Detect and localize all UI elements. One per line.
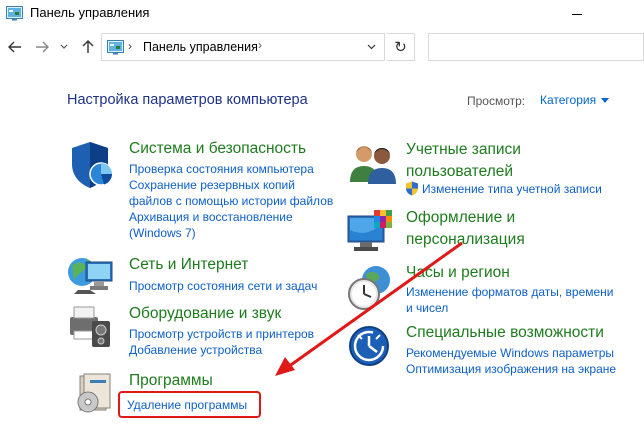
link-check-computer-status[interactable]: Проверка состояния компьютера [129, 161, 314, 177]
category-title-appearance[interactable]: Оформление и [406, 207, 515, 229]
title-line-appearance-2: персонализация [406, 231, 525, 248]
title-line-user-accounts-1: Учетные записи [406, 141, 521, 158]
link-change-date-time-formats[interactable]: Изменение форматов даты, времени [406, 284, 614, 300]
category-title-network-internet[interactable]: Сеть и Интернет [129, 254, 248, 276]
minimize-button[interactable] [562, 2, 592, 26]
search-input[interactable] [428, 33, 644, 61]
link-change-account-type[interactable]: Изменение типа учетной записи [422, 181, 602, 197]
category-title-appearance-line2[interactable]: персонализация [406, 229, 525, 251]
link-recommended-windows-settings[interactable]: Рекомендуемые Windows параметры [406, 345, 614, 361]
arrow-right-icon [36, 41, 49, 53]
link-archive-restore[interactable]: Архивация и восстановление [129, 209, 293, 225]
uac-shield-icon [406, 181, 418, 196]
page-title: Настройка параметров компьютера [67, 92, 308, 108]
chevron-down-icon [60, 44, 68, 49]
title-line-appearance-1: Оформление и [406, 209, 516, 226]
control-panel-icon [107, 40, 124, 55]
category-title-hardware-sound[interactable]: Оборудование и звук [129, 303, 281, 325]
link-backup-file-history[interactable]: файлов с помощью истории файлов [129, 193, 333, 209]
category-title-user-accounts[interactable]: Учетные записи [406, 139, 521, 161]
link-change-date-time-formats-2[interactable]: и чисел [406, 300, 448, 316]
refresh-icon: ↻ [394, 39, 407, 56]
forward-button[interactable] [31, 34, 53, 60]
link-backup-copies[interactable]: Сохранение резервных копий [129, 177, 295, 193]
clock-globe-icon [348, 266, 390, 310]
address-dropdown-button[interactable] [362, 38, 380, 56]
arrow-left-icon [8, 41, 21, 53]
appearance-monitor-icon [347, 210, 392, 251]
arrow-up-icon [82, 40, 94, 53]
recent-locations-button[interactable] [57, 34, 71, 60]
control-panel-icon [6, 6, 23, 21]
breadcrumb-chevron[interactable]: › [258, 38, 262, 52]
link-view-devices-printers[interactable]: Просмотр устройств и принтеров [129, 326, 314, 342]
view-by-label: Просмотр: [467, 94, 526, 108]
breadcrumb-separator[interactable]: › [128, 39, 132, 53]
link-archive-restore-windows7[interactable]: (Windows 7) [129, 225, 196, 241]
chevron-down-icon [367, 44, 375, 50]
title-bar: Панель управления [0, 0, 644, 30]
printer-icon [70, 306, 110, 347]
category-title-clock-region[interactable]: Часы и регион [406, 262, 510, 284]
highlight-box [118, 391, 261, 418]
title-line-user-accounts-2: пользователей [406, 163, 514, 180]
window-title: Панель управления [30, 5, 150, 20]
refresh-button[interactable]: ↻ [387, 33, 415, 61]
accessibility-icon [349, 326, 389, 366]
shield-icon [72, 142, 113, 188]
category-title-accessibility[interactable]: Специальные возможности [406, 322, 604, 344]
category-title-system-security[interactable]: Система и безопасность [129, 138, 306, 160]
minimize-icon [572, 13, 582, 15]
back-button[interactable] [4, 34, 26, 60]
navigation-bar: › Панель управления › ↻ [0, 32, 644, 62]
breadcrumb-control-panel[interactable]: Панель управления [143, 40, 258, 54]
view-by-value: Категория [540, 93, 597, 107]
network-globe-icon [68, 258, 113, 294]
users-icon [350, 146, 396, 184]
link-add-device[interactable]: Добавление устройства [129, 342, 262, 358]
up-button[interactable] [77, 34, 99, 60]
category-title-programs[interactable]: Программы [129, 370, 213, 392]
link-network-status-tasks[interactable]: Просмотр состояния сети и задач [129, 278, 317, 294]
category-title-user-accounts-line2[interactable]: пользователей [406, 161, 513, 183]
caret-down-icon [601, 98, 610, 104]
programs-icon [77, 373, 111, 413]
link-optimize-display[interactable]: Оптимизация изображения на экране [406, 361, 616, 377]
view-by-dropdown[interactable]: Категория [540, 93, 610, 107]
address-bar[interactable]: › Панель управления › [101, 33, 385, 61]
